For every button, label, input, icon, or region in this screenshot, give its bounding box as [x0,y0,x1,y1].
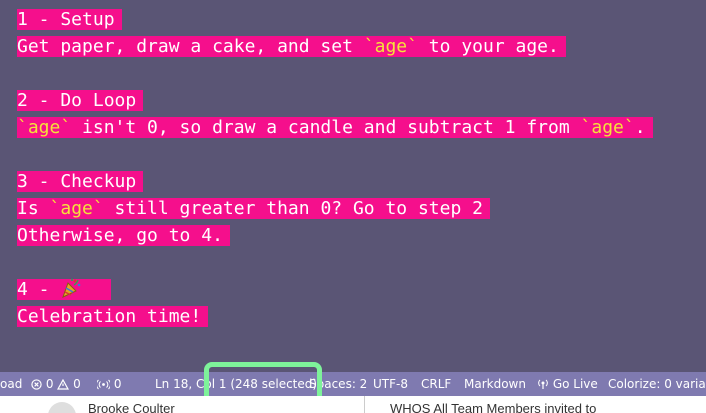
colorize-status[interactable]: Colorize: 0 variables [608,372,706,396]
step1-text-a: Get paper, draw a cake, and set [17,36,364,57]
party-popper-icon [62,278,81,298]
below-left-text: Brooke Coulter [88,401,175,413]
error-icon [31,379,42,390]
status-bar: oad 0 0 0 Ln 18, Col 1 (248 selected) Sp… [0,372,706,396]
step4-line2: Celebration time! [17,306,202,327]
broadcast-icon [96,379,111,390]
step3-text-b: still greater than 0? Go to step 2 [103,198,483,219]
editor-line-7: 3 - Checkup [17,169,144,195]
step2-text-b: . [634,117,646,138]
step2-heading: 2 - Do Loop [17,90,137,111]
editor-line-11: 4 - [17,277,112,303]
step4-heading: 4 - [17,279,61,300]
ports-count: 0 [113,377,122,391]
error-count: 0 [45,377,54,391]
step1-heading: 1 - Setup [17,9,115,30]
go-live-label: Go Live [552,377,598,391]
radio-tower-icon [538,379,548,389]
editor-line-9: Otherwise, go to 4. [17,223,230,249]
status-left-fragment[interactable]: oad [0,372,22,396]
step3-line2: Otherwise, go to 4. [17,225,223,246]
warning-count: 0 [73,377,81,391]
editor-line-1: 1 - Setup [17,7,122,33]
editor-line-8: Is `age` still greater than 0? Go to ste… [17,196,490,222]
step1-code: `age` [363,36,418,57]
background-window: Brooke Coulter WHOS All Team Members inv… [0,396,706,413]
step2-code-b: `age` [580,117,635,138]
editor-area[interactable]: 1 - Setup Get paper, draw a cake, and se… [0,0,706,372]
step2-code-a: `age` [17,117,72,138]
encoding-status[interactable]: UTF-8 [373,372,408,396]
problems-indicator[interactable]: 0 0 [31,372,81,396]
ports-indicator[interactable]: 0 [96,372,122,396]
divider [364,396,365,413]
language-mode[interactable]: Markdown [464,372,526,396]
eol-status[interactable]: CRLF [421,372,451,396]
below-right-text: WHOS All Team Members invited to [390,401,597,413]
step3-code: `age` [49,198,104,219]
avatar [48,402,76,413]
editor-line-5: `age` isn't 0, so draw a candle and subt… [17,115,653,141]
editor-line-12: Celebration time! [17,304,209,330]
editor-line-4: 2 - Do Loop [17,88,144,114]
warning-icon [57,378,70,390]
step1-text-b: to your age. [417,36,559,57]
step2-text-a: isn't 0, so draw a candle and subtract 1… [71,117,581,138]
step3-heading: 3 - Checkup [17,171,137,192]
step3-text-a: Is [17,198,50,219]
go-live-button[interactable]: Go Live [537,372,598,396]
editor-line-2: Get paper, draw a cake, and set `age` to… [17,34,566,60]
